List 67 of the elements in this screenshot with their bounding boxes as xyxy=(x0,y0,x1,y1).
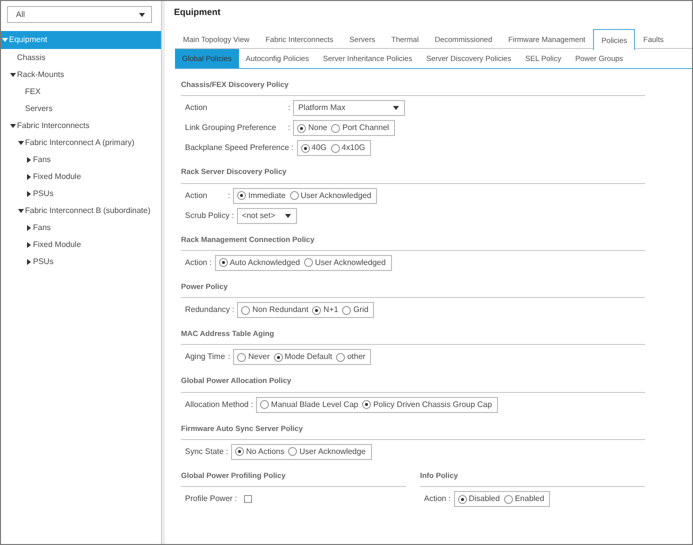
select-field[interactable]: <not set> xyxy=(236,208,298,224)
field-label: Backplane Speed Preference : xyxy=(185,142,294,154)
field-label: Action : xyxy=(424,493,451,505)
filter-dropdown[interactable]: All xyxy=(7,6,152,23)
caret-icon[interactable] xyxy=(27,156,31,162)
radio-option[interactable]: No Actions xyxy=(235,446,284,458)
colon-separator: : xyxy=(228,190,230,202)
radio-option[interactable]: Never xyxy=(237,351,270,364)
radio-option[interactable]: Disabled xyxy=(458,493,500,505)
tree-item[interactable]: Chassis xyxy=(9,49,161,66)
radio-option[interactable]: N+1 xyxy=(312,304,338,316)
caret-icon[interactable] xyxy=(10,72,16,76)
caret-icon[interactable] xyxy=(27,174,31,180)
caret-icon[interactable] xyxy=(27,190,31,196)
radio-option[interactable]: 4x10G xyxy=(330,142,366,154)
radio-option[interactable]: Manual Blade Level Cap xyxy=(260,398,358,410)
tree-item[interactable]: Fixed Module xyxy=(25,168,161,185)
radio-option[interactable]: 40G xyxy=(300,142,327,154)
radio-option[interactable]: Immediate xyxy=(237,190,286,202)
tree-item[interactable]: Fans xyxy=(25,219,161,236)
caret-icon[interactable] xyxy=(27,224,31,230)
tree-item[interactable]: PSUs xyxy=(25,253,161,270)
field-label: Action xyxy=(185,102,208,114)
field-label: Allocation Method : xyxy=(185,398,254,410)
colon-separator: : xyxy=(288,102,290,114)
radio-option[interactable]: Enabled xyxy=(504,493,544,505)
tree-item[interactable]: Fans xyxy=(25,151,161,168)
field-label: Action : xyxy=(185,256,212,269)
radio-option[interactable]: Non Redundant xyxy=(241,304,308,316)
tree-item[interactable]: Fabric Interconnects xyxy=(9,117,161,134)
field-label: Sync State : xyxy=(185,446,228,458)
radio-option[interactable]: User Acknowledged xyxy=(290,190,372,202)
field-label: Link Grouping Preference xyxy=(185,122,278,134)
page-title: Equipment xyxy=(173,6,222,19)
tree-item[interactable]: Rack-Mounts xyxy=(9,66,161,83)
caret-icon[interactable] xyxy=(27,258,31,264)
radio-option[interactable]: User Acknowledged xyxy=(304,256,386,269)
checkbox[interactable] xyxy=(244,494,252,502)
radio-option[interactable]: Mode Default xyxy=(274,351,332,364)
radio-option[interactable]: User Acknowledge xyxy=(288,446,366,458)
tree-item[interactable]: FEX xyxy=(17,83,161,100)
caret-icon[interactable] xyxy=(27,242,31,248)
caret-icon xyxy=(393,106,400,110)
radio-option[interactable]: None xyxy=(297,122,328,134)
caret-icon[interactable] xyxy=(18,140,24,144)
select-field[interactable]: Platform Max xyxy=(293,100,406,116)
field-label: Redundancy : xyxy=(185,304,234,316)
tree-item[interactable]: Servers xyxy=(17,100,161,117)
field-label: Action xyxy=(185,190,208,202)
field-label: Scrub Policy : xyxy=(185,210,234,222)
tree-item[interactable]: Fixed Module xyxy=(25,236,161,253)
tree-item[interactable]: Fabric Interconnect A (primary) xyxy=(17,134,161,151)
caret-icon[interactable] xyxy=(10,124,16,128)
caret-icon xyxy=(285,214,292,218)
field-label: Profile Power : xyxy=(185,492,238,504)
radio-option[interactable]: Policy Driven Chassis Group Cap xyxy=(362,398,492,410)
colon-separator: : xyxy=(288,122,290,134)
caret-icon xyxy=(139,12,145,16)
tree-item[interactable]: PSUs xyxy=(25,185,161,202)
colon-separator: : xyxy=(228,351,230,364)
caret-icon[interactable] xyxy=(18,208,24,212)
field-label: Aging Time xyxy=(185,351,226,364)
radio-option[interactable]: Auto Acknowledged xyxy=(218,256,300,269)
radio-option[interactable]: Port Channel xyxy=(331,122,390,134)
radio-option[interactable]: Grid xyxy=(342,304,368,316)
tree-item[interactable]: Fabric Interconnect B (subordinate) xyxy=(17,202,161,219)
radio-option[interactable]: other xyxy=(336,351,366,364)
